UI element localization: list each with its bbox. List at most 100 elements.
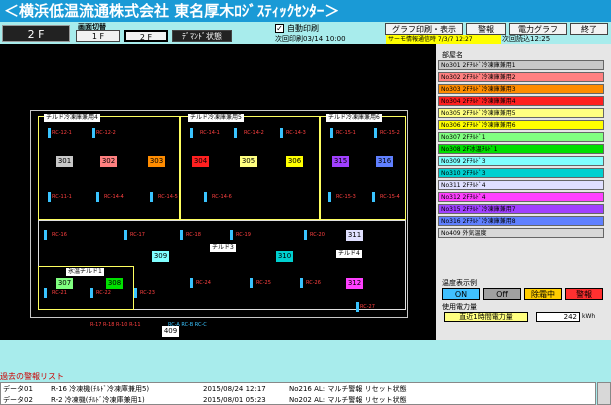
legend-item[interactable]: No307 2Fﾁﾙﾄﾞ1 [438,132,604,142]
unit-tag: RC-26 [306,280,321,286]
unit-tag: RC-24 [196,280,211,286]
legend-item[interactable]: No308 2F冰温ﾁﾙﾄﾞ1 [438,144,604,154]
zone-label-6: チルド冷凍庫兼用6 [326,114,382,122]
demand-status-button[interactable]: ﾃﾞﾏﾝﾄﾞ状態 [172,30,232,42]
room-307[interactable]: 307 [56,278,73,289]
thermo-info: サーモ情報通信時 7/3/7 12:27 [386,35,501,44]
unit-indicator [304,230,307,240]
legend-item[interactable]: No316 2Fﾁﾙﾄﾞ冷凍庫兼用8 [438,216,604,226]
auto-print-label: 自動印刷 [287,24,319,33]
exit-button[interactable]: 終了 [570,23,608,35]
room-308[interactable]: 308 [106,278,123,289]
legend-item[interactable]: No306 2Fﾁﾙﾄﾞ冷凍庫兼用6 [438,120,604,130]
unit-indicator [234,128,237,138]
room-311[interactable]: 311 [346,230,363,241]
unit-indicator [44,288,47,298]
legend-item[interactable]: No304 2Fﾁﾙﾄﾞ冷凍庫兼用4 [438,96,604,106]
temp-display-label: 温度表示例 [442,279,477,287]
auto-print-checkbox[interactable]: ✓ [275,24,284,33]
unit-indicator [134,288,137,298]
temp-state-2: 除霜中 [524,288,562,300]
unit-tag: RC-15-3 [336,194,356,200]
unit-tag: RC-17 [130,232,145,238]
next-read-time: 次回読込12:25 [502,35,551,43]
unit-indicator [356,302,359,312]
power-graph-button[interactable]: 電力グラフ [509,23,567,35]
unit-indicator [372,192,375,202]
legend-item[interactable]: No303 2Fﾁﾙﾄﾞ冷凍庫兼用3 [438,84,604,94]
room-316[interactable]: 316 [376,156,393,167]
room-306[interactable]: 306 [286,156,303,167]
unit-indicator [92,128,95,138]
unit-tag: RC-15-4 [380,194,400,200]
legend-item[interactable]: No312 2Fﾁﾙﾄﾞ4 [438,192,604,202]
alarm-unit: R-2 冷凍機(ﾁﾙﾄﾞ冷凍庫兼用1) [51,396,145,404]
unit-tag: RC-27 [360,304,375,310]
legend-panel: 部屋名 No301 2Fﾁﾙﾄﾞ冷凍庫兼用1 No302 2Fﾁﾙﾄﾞ冷凍庫兼用2… [436,44,611,340]
legend-item[interactable]: No309 2Fﾁﾙﾄﾞ3 [438,156,604,166]
unit-indicator [280,128,283,138]
unit-tag: RC-22 [96,290,111,296]
legend-item[interactable]: No301 2Fﾁﾙﾄﾞ冷凍庫兼用1 [438,60,604,70]
legend-item[interactable]: No302 2Fﾁﾙﾄﾞ冷凍庫兼用2 [438,72,604,82]
legend-item[interactable]: No305 2Fﾁﾙﾄﾞ冷凍庫兼用5 [438,108,604,118]
unit-tag: RC-12-1 [52,130,72,136]
alarm-row[interactable]: データ01 R-16 冷凍機(ﾁﾙﾄﾞ冷凍庫兼用5) 2015/08/24 12:1… [3,384,593,394]
alarm-date: 2015/08/24 12:17 [203,385,266,393]
legend-item[interactable]: No310 2Fﾁﾙﾄﾞ3 [438,168,604,178]
alarm-list[interactable]: データ01 R-16 冷凍機(ﾁﾙﾄﾞ冷凍庫兼用5) 2015/08/24 12:1… [0,382,596,405]
unit-indicator [204,192,207,202]
unit-tag: RC-14-2 [244,130,264,136]
alarm-code: No202 AL: マルチ警報 リセット状態 [289,396,407,404]
alarm-list-header: 過去の警報リスト [0,372,611,382]
room-301[interactable]: 301 [56,156,73,167]
temp-state-1: Off [483,288,521,300]
unit-indicator [374,128,377,138]
power-value: 242 [536,312,580,322]
floor-2f-button[interactable]: 2 F [124,30,168,42]
room-309[interactable]: 309 [152,251,169,262]
graph-print-button[interactable]: グラフ印刷・表示 [385,23,463,35]
unit-tag: RC-14-4 [104,194,124,200]
recent-power-label: 直近1時間電力量 [444,312,528,322]
unit-tag: RC-14-3 [286,130,306,136]
temp-state-3: 警報 [565,288,603,300]
unit-indicator [328,192,331,202]
alarm-unit: R-16 冷凍機(ﾁﾙﾄﾞ冷凍庫兼用5) [51,385,150,393]
unit-indicator [190,278,193,288]
unit-tag: RC-15-2 [380,130,400,136]
unit-indicator [190,128,193,138]
room-315[interactable]: 315 [332,156,349,167]
unit-indicator [150,192,153,202]
window-title: ＜横浜低温流通株式会社 東名厚木ﾛｼﾞｽﾃｨｯｸｾﾝﾀｰ＞ [0,0,611,22]
legend-item[interactable]: No409 外気温度 [438,228,604,238]
alarm-button[interactable]: 警報 [466,23,506,35]
room-303[interactable]: 303 [148,156,165,167]
zone-label-5: チルド冷凍庫兼用5 [188,114,244,122]
bottom-tags: R-17 R-18 R-10 R-11 [90,322,141,328]
floor-1f-button[interactable]: 1 F [76,30,120,42]
zone-label-chilled-3: チルド3 [210,244,236,252]
unit-indicator [44,230,47,240]
alarm-list-scrollbar[interactable] [597,382,611,405]
unit-tag: RC-23 [140,290,155,296]
room-304[interactable]: 304 [192,156,209,167]
room-302[interactable]: 302 [100,156,117,167]
unit-indicator [230,230,233,240]
unit-indicator [250,278,253,288]
unit-indicator [48,128,51,138]
power-unit: kWh [582,313,596,320]
unit-tag: RC-14-5 [158,194,178,200]
alarm-row[interactable]: データ02 R-2 冷凍機(ﾁﾙﾄﾞ冷凍庫兼用1) 2015/08/01 05:23… [3,395,593,405]
unit-tag: RC-21 [52,290,67,296]
room-305[interactable]: 305 [240,156,257,167]
zone-label-chilled-4: チルド4 [336,250,362,258]
room-312[interactable]: 312 [346,278,363,289]
current-floor-display: 2 F [2,25,70,42]
unit-indicator [300,278,303,288]
legend-item[interactable]: No315 2Fﾁﾙﾄﾞ冷凍庫兼用7 [438,204,604,214]
legend-item[interactable]: No311 2Fﾁﾙﾄﾞ4 [438,180,604,190]
alarm-date: 2015/08/01 05:23 [203,396,266,404]
unit-tag: RC-18 [186,232,201,238]
room-310[interactable]: 310 [276,251,293,262]
